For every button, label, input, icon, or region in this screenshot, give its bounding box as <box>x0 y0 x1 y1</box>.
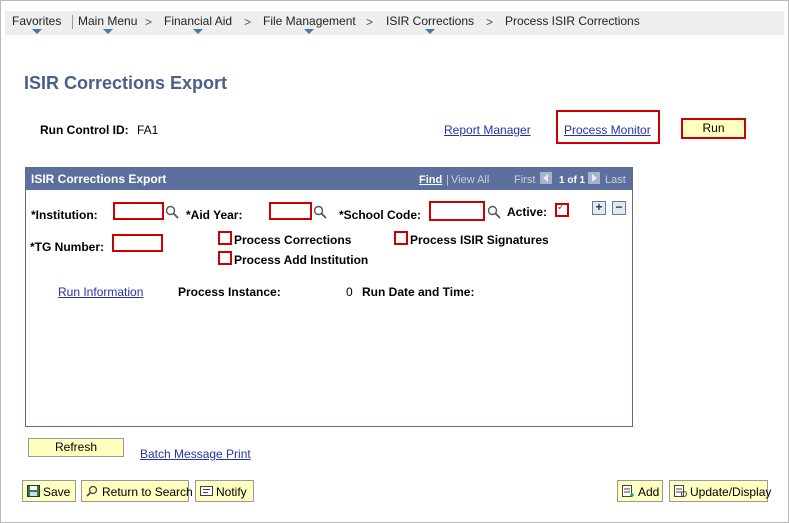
run-control-label: Run Control ID: <box>40 123 129 137</box>
run-control-value: FA1 <box>137 123 159 137</box>
add-icon <box>622 485 634 497</box>
add-label: Add <box>638 485 660 499</box>
return-to-search-label: Return to Search <box>102 485 193 499</box>
school-code-label: *School Code: <box>339 208 422 222</box>
breadcrumb-separator: > <box>145 15 153 29</box>
last-link[interactable]: Last <box>605 174 626 186</box>
active-label: Active: <box>507 205 548 219</box>
school-code-field[interactable] <box>429 201 485 221</box>
process-corrections-label: Process Corrections <box>234 233 352 247</box>
institution-label: *Institution: <box>31 208 98 222</box>
chevron-down-icon <box>304 29 315 34</box>
isir-corrections-export-grid: ISIR Corrections Export Find | View All … <box>25 167 633 427</box>
previous-arrow-icon[interactable] <box>540 172 552 184</box>
notify-button[interactable]: Notify <box>195 480 254 502</box>
delete-row-button[interactable]: − <box>612 201 626 215</box>
chevron-down-icon <box>31 29 42 34</box>
aid-year-field[interactable] <box>269 202 312 220</box>
breadcrumb-file-management[interactable]: File Management <box>263 14 356 34</box>
breadcrumb-separator: > <box>486 15 494 29</box>
process-add-institution-label: Process Add Institution <box>234 253 369 267</box>
aid-year-label: *Aid Year: <box>186 208 243 222</box>
divider <box>72 15 73 29</box>
chevron-down-icon <box>102 29 113 34</box>
active-checkbox[interactable] <box>555 202 569 217</box>
tg-number-field[interactable] <box>112 234 163 252</box>
notify-label: Notify <box>216 485 247 499</box>
breadcrumb-label: File Management <box>263 14 356 28</box>
breadcrumb-favorites[interactable]: Favorites <box>12 14 62 34</box>
save-button[interactable]: Save <box>22 480 76 502</box>
breadcrumb-label: Favorites <box>12 14 62 28</box>
process-corrections-checkbox[interactable] <box>218 231 232 245</box>
institution-field[interactable] <box>113 202 164 220</box>
breadcrumb-label: Main Menu <box>78 14 138 28</box>
report-manager-link[interactable]: Report Manager <box>444 123 531 137</box>
update-display-icon <box>674 485 687 497</box>
process-monitor-link[interactable]: Process Monitor <box>564 123 651 137</box>
breadcrumb-label: ISIR Corrections <box>386 14 475 28</box>
process-isir-signatures-label: Process ISIR Signatures <box>410 233 549 247</box>
run-button[interactable]: Run <box>681 118 746 139</box>
breadcrumb-label: Process ISIR Corrections <box>505 14 640 28</box>
refresh-button[interactable]: Refresh <box>28 438 124 457</box>
notify-icon <box>200 486 213 496</box>
find-link[interactable]: Find <box>419 174 442 186</box>
chevron-down-icon <box>425 29 436 34</box>
lookup-icon[interactable] <box>487 205 501 219</box>
search-back-icon <box>86 485 98 497</box>
batch-message-print-link[interactable]: Batch Message Print <box>140 447 251 461</box>
save-label: Save <box>43 485 71 499</box>
breadcrumb: Favorites Main Menu > Financial Aid > Fi… <box>5 11 784 35</box>
view-all-link[interactable]: View All <box>451 174 489 186</box>
process-add-institution-checkbox[interactable] <box>218 251 232 265</box>
breadcrumb-main-menu[interactable]: Main Menu <box>78 14 138 34</box>
breadcrumb-separator: > <box>366 15 374 29</box>
grid-header: ISIR Corrections Export Find | View All … <box>26 168 632 190</box>
tg-number-label: *TG Number: <box>30 240 105 254</box>
breadcrumb-separator: > <box>244 15 252 29</box>
next-arrow-icon[interactable] <box>588 172 600 184</box>
return-to-search-button[interactable]: Return to Search <box>81 480 193 502</box>
row-count: 1 of 1 <box>559 175 586 186</box>
lookup-icon[interactable] <box>165 205 179 219</box>
page-title: ISIR Corrections Export <box>24 73 228 93</box>
add-button[interactable]: Add <box>617 480 663 502</box>
chevron-down-icon <box>193 29 204 34</box>
divider: | <box>446 174 449 186</box>
run-information-link[interactable]: Run Information <box>58 285 143 299</box>
add-row-button[interactable]: + <box>592 201 606 215</box>
first-link[interactable]: First <box>514 174 535 186</box>
grid-title: ISIR Corrections Export <box>31 172 167 186</box>
process-instance-label: Process Instance: <box>178 285 281 299</box>
update-display-label: Update/Display <box>690 485 772 499</box>
breadcrumb-financial-aid[interactable]: Financial Aid <box>164 14 233 34</box>
save-icon <box>27 485 40 497</box>
process-isir-signatures-checkbox[interactable] <box>394 231 408 245</box>
breadcrumb-isir-corrections[interactable]: ISIR Corrections <box>386 14 475 34</box>
lookup-icon[interactable] <box>313 205 327 219</box>
update-display-button[interactable]: Update/Display <box>669 480 772 502</box>
breadcrumb-process-isir-corrections[interactable]: Process ISIR Corrections <box>505 14 640 28</box>
process-instance-value: 0 <box>346 285 353 299</box>
breadcrumb-label: Financial Aid <box>164 14 233 28</box>
run-date-time-label: Run Date and Time: <box>362 285 475 299</box>
